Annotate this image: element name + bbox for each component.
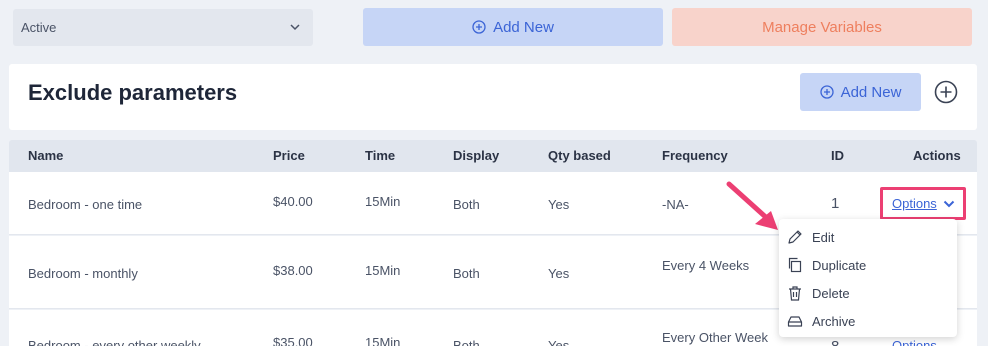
column-header-time: Time [365,148,396,163]
add-new-button[interactable]: Add New [363,8,663,46]
cell-price: $38.00 [273,263,313,278]
options-highlight-box [880,187,966,220]
cell-display: Both [453,338,480,346]
cell-price: $40.00 [273,194,313,209]
add-parameter-button[interactable]: Add New [800,73,921,111]
cell-price: $35.00 [273,335,313,346]
page-title: Exclude parameters [28,80,238,105]
menu-item-label: Delete [812,285,850,301]
manage-variables-label: Manage Variables [762,18,882,36]
cell-time: 15Min [365,335,401,346]
menu-item-delete[interactable]: Delete [787,281,947,305]
section-header-card: Exclude parameters Add New [9,64,977,130]
pencil-icon [788,230,802,244]
cell-name: Bedroom - one time [28,197,143,212]
column-header-id: ID [831,148,844,163]
menu-item-label: Duplicate [812,257,867,273]
cell-name: Bedroom - every other weekly [28,338,201,346]
add-parameter-label: Add New [840,83,902,101]
status-select-value: Active [21,20,57,35]
cell-frequency: Every Other Week [662,330,768,345]
column-header-qty-based: Qty based [548,148,611,163]
menu-item-archive[interactable]: Archive [787,309,947,333]
cell-frequency: -NA- [662,197,689,212]
menu-item-edit[interactable]: Edit [787,225,947,249]
cell-qty-based: Yes [548,266,570,281]
menu-item-duplicate[interactable]: Duplicate [787,253,947,277]
copy-icon [788,257,802,273]
cell-time: 15Min [365,263,401,278]
archive-icon [787,316,803,327]
column-header-actions: Actions [913,148,961,163]
plus-circle-icon [472,20,486,34]
cell-qty-based: Yes [548,197,570,212]
chevron-down-icon [290,24,300,31]
column-header-price: Price [273,148,305,163]
cell-qty-based: Yes [548,338,570,346]
top-toolbar: Active Add New Manage Variables [0,0,988,60]
trash-icon [789,286,801,301]
plus-circle-icon [819,85,834,99]
column-header-name: Name [28,148,64,163]
cell-display: Both [453,197,480,212]
cell-id: 1 [831,195,840,212]
menu-item-label: Archive [812,313,856,329]
cell-display: Both [453,266,480,281]
manage-variables-button[interactable]: Manage Variables [672,8,972,46]
column-header-display: Display [453,148,500,163]
pointer-arrow-icon [726,181,778,230]
options-menu: Edit Duplicate Delete Archive [779,219,957,337]
table-header: Name Price Time Display Qty based Freque… [9,140,977,172]
cell-frequency: Every 4 Weeks [662,258,750,273]
cell-id: 8 [831,338,839,346]
options-link[interactable]: Options [892,338,937,346]
column-header-frequency: Frequency [662,148,728,163]
menu-item-label: Edit [812,229,835,245]
status-select[interactable]: Active [13,9,313,46]
expand-plus-icon[interactable] [934,80,958,104]
cell-time: 15Min [365,194,401,209]
cell-name: Bedroom - monthly [28,266,138,281]
add-new-label: Add New [493,18,554,36]
